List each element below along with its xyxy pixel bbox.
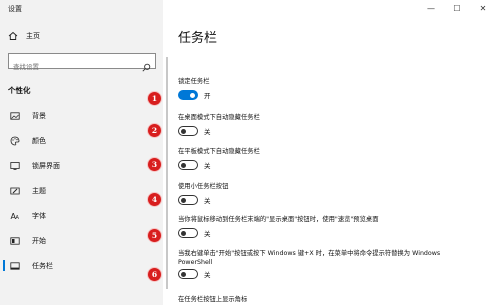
peek-toggle[interactable] [178, 228, 198, 238]
home-icon [8, 31, 18, 41]
font-icon: AA [10, 211, 20, 221]
sidebar-item-label: 开始 [32, 236, 46, 245]
sidebar: 设置 主页 个性化 背景 颜色 锁屏界面 [0, 0, 163, 305]
step-marker-1: 1 [148, 92, 161, 105]
setting-peek: 当你将鼠标移动到任务栏末端的"显示桌面"按钮时，使用"速览"预览桌面 关 [178, 215, 379, 238]
maximize-button[interactable]: ☐ [444, 2, 470, 14]
sidebar-item-background[interactable]: 背景 [0, 103, 163, 128]
step-marker-3: 3 [148, 158, 161, 171]
toggle-knob [181, 162, 186, 168]
scrollbar[interactable] [166, 57, 168, 289]
setting-small-buttons: 使用小任务栏按钮 关 [178, 182, 228, 205]
toggle-state: 关 [204, 197, 211, 205]
powershell-toggle[interactable] [178, 269, 198, 279]
setting-label: 在桌面模式下自动隐藏任务栏 [178, 114, 260, 121]
step-marker-5: 5 [148, 229, 161, 242]
toggle-state: 关 [204, 271, 211, 279]
setting-label: 当你将鼠标移动到任务栏末端的"显示桌面"按钮时，使用"速览"预览桌面 [178, 216, 379, 223]
toggle-state: 关 [204, 128, 211, 136]
autohide-desktop-toggle[interactable] [178, 126, 198, 136]
sidebar-nav: 背景 颜色 锁屏界面 主题 AA 字体 开始 任务栏 [0, 103, 163, 278]
lock-screen-icon [10, 161, 20, 171]
sidebar-item-themes[interactable]: 主题 [0, 178, 163, 203]
small-buttons-toggle[interactable] [178, 195, 198, 205]
minimize-button[interactable]: — [418, 2, 444, 14]
window-controls: — ☐ ✕ [418, 2, 496, 14]
setting-label: 在任务栏按钮上显示角标 [178, 296, 248, 303]
setting-label: 在平板模式下自动隐藏任务栏 [178, 148, 260, 155]
sidebar-item-label: 锁屏界面 [32, 161, 60, 170]
close-button[interactable]: ✕ [470, 2, 496, 14]
autohide-tablet-toggle[interactable] [178, 160, 198, 170]
brush-icon [10, 186, 20, 196]
section-header: 个性化 [8, 86, 31, 95]
sidebar-item-fonts[interactable]: AA 字体 [0, 203, 163, 228]
step-marker-6: 6 [148, 268, 161, 281]
taskbar-icon [10, 261, 20, 271]
setting-autohide-desktop: 在桌面模式下自动隐藏任务栏 关 [178, 113, 260, 136]
sidebar-item-label: 任务栏 [32, 261, 53, 270]
toggle-state: 开 [204, 92, 211, 100]
setting-powershell: 当我右键单击"开始"按钮或按下 Windows 键+X 时，在菜单中将命令提示符… [178, 249, 453, 279]
toggle-knob [181, 197, 186, 203]
setting-label: 使用小任务栏按钮 [178, 183, 229, 190]
sidebar-item-label: 颜色 [32, 136, 46, 145]
toggle-knob [181, 271, 186, 277]
step-marker-4: 4 [148, 193, 161, 206]
sidebar-item-label: 背景 [32, 111, 46, 120]
sidebar-item-lock-screen[interactable]: 锁屏界面 [0, 153, 163, 178]
lock-taskbar-toggle[interactable] [178, 90, 198, 100]
sidebar-item-taskbar[interactable]: 任务栏 [0, 253, 163, 278]
home-nav-item[interactable]: 主页 [8, 29, 40, 43]
toggle-knob [181, 230, 186, 236]
setting-badges: 在任务栏按钮上显示角标 [178, 295, 247, 304]
app-title: 设置 [8, 5, 22, 13]
sidebar-item-colors[interactable]: 颜色 [0, 128, 163, 153]
setting-lock-taskbar: 锁定任务栏 开 [178, 77, 211, 100]
svg-text:A: A [16, 215, 20, 221]
toggle-knob [181, 128, 186, 134]
step-marker-2: 2 [148, 124, 161, 137]
setting-label: 锁定任务栏 [178, 78, 210, 85]
active-indicator [3, 260, 5, 271]
image-icon [10, 111, 20, 121]
search-box[interactable] [8, 53, 156, 74]
sidebar-item-label: 主题 [32, 186, 46, 195]
search-icon[interactable] [142, 57, 151, 72]
search-input[interactable] [9, 60, 137, 74]
page-title: 任务栏 [178, 31, 218, 46]
setting-autohide-tablet: 在平板模式下自动隐藏任务栏 关 [178, 147, 260, 170]
home-label: 主页 [26, 32, 40, 40]
start-menu-icon [10, 236, 20, 246]
sidebar-item-label: 字体 [32, 211, 46, 220]
toggle-state: 关 [204, 230, 211, 238]
toggle-state: 关 [204, 162, 211, 170]
toggle-knob [190, 92, 195, 98]
palette-icon [10, 136, 20, 146]
sidebar-item-start[interactable]: 开始 [0, 228, 163, 253]
setting-label: 当我右键单击"开始"按钮或按下 Windows 键+X 时，在菜单中将命令提示符… [178, 250, 441, 266]
